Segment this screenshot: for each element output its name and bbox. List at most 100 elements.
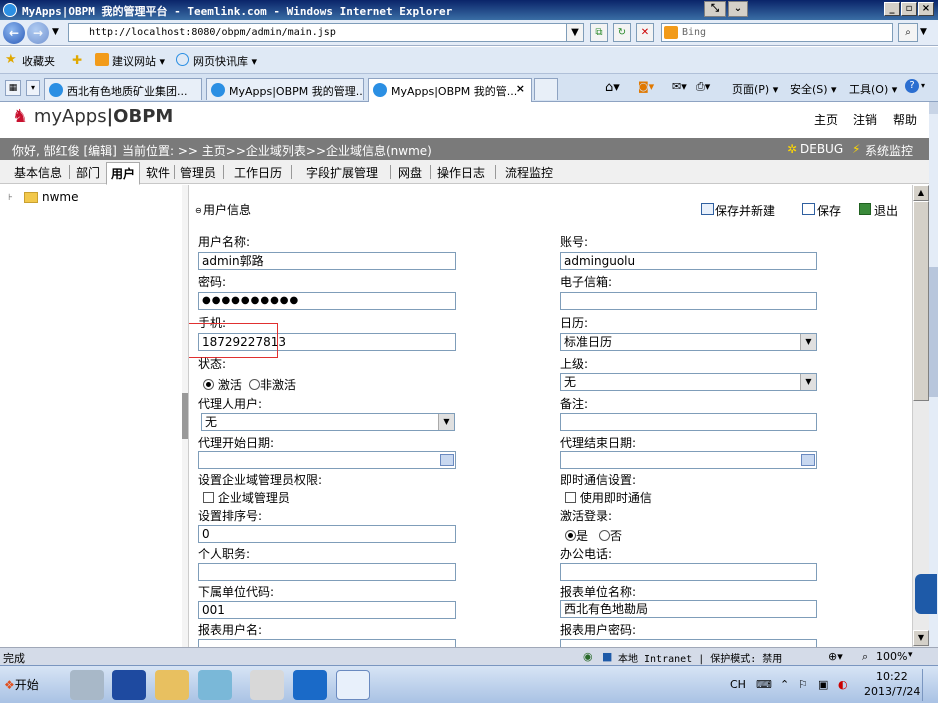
- explorer-icon[interactable]: [155, 670, 189, 700]
- checkbox-icon[interactable]: [565, 492, 576, 503]
- java-icon[interactable]: [250, 670, 284, 700]
- feeds-icon[interactable]: ◙▾: [638, 80, 654, 93]
- tools-menu[interactable]: 工具(O) ▾: [849, 81, 897, 97]
- status-inactive-option[interactable]: 非激活: [249, 376, 296, 393]
- proxy-select[interactable]: 无 ▼: [201, 413, 455, 431]
- tab-basic-info[interactable]: 基本信息: [14, 164, 62, 181]
- tab-user[interactable]: 用户: [106, 162, 141, 185]
- refresh-icon[interactable]: ↻: [613, 23, 631, 42]
- volume-icon[interactable]: ◐: [838, 678, 848, 691]
- help-icon[interactable]: ?: [905, 79, 919, 93]
- zoom-level[interactable]: 100%: [876, 650, 907, 663]
- checkbox-icon[interactable]: [203, 492, 214, 503]
- compat-icon[interactable]: ⧉: [590, 23, 608, 42]
- breadcrumb[interactable]: 当前位置: >> 主页>>企业域列表>>企业域信息(nwme): [122, 142, 432, 159]
- tray-expand-icon[interactable]: ⌃: [780, 678, 789, 691]
- tab-software[interactable]: 软件: [146, 164, 170, 181]
- browser-tab-1[interactable]: 西北有色地质矿业集团...: [44, 78, 202, 100]
- print-icon[interactable]: ⎙▾: [696, 80, 710, 94]
- domain-admin-option[interactable]: 企业域管理员: [203, 489, 290, 506]
- tree-expand-icon[interactable]: ⊦: [8, 193, 13, 203]
- url-input[interactable]: http://localhost:8080/obpm/admin/main.js…: [68, 23, 583, 42]
- system-monitor-link[interactable]: 系统监控: [865, 142, 913, 159]
- exit-button[interactable]: 退出: [874, 202, 898, 219]
- maximize-button[interactable]: ▫: [901, 2, 917, 16]
- browser-tab-2[interactable]: MyApps|OBPM 我的管理...: [206, 78, 364, 100]
- tab-flow-monitor[interactable]: 流程监控: [505, 164, 553, 181]
- sort-input[interactable]: 0: [198, 525, 456, 543]
- suggested-sites-link[interactable]: 建议网站 ▾: [112, 53, 165, 69]
- scroll-down-icon[interactable]: ▼: [913, 630, 929, 646]
- forward-button[interactable]: →: [27, 22, 49, 44]
- password-input[interactable]: ●●●●●●●●●●: [198, 292, 456, 310]
- tab-work-calendar[interactable]: 工作日历: [234, 164, 282, 181]
- greeting-text[interactable]: 你好, 郜红俊 [编辑]: [12, 142, 117, 159]
- unit-code-input[interactable]: 001: [198, 601, 456, 619]
- splitter-grip[interactable]: [182, 393, 188, 439]
- internet-explorer-icon[interactable]: [336, 670, 370, 700]
- compat-view-icon[interactable]: ⤡: [704, 1, 726, 17]
- tab-list-icon[interactable]: ▾: [26, 80, 40, 96]
- web-slice-gallery-link[interactable]: 网页快讯库 ▾: [193, 53, 257, 69]
- debug-link[interactable]: DEBUG: [800, 142, 843, 156]
- teamviewer-icon[interactable]: [293, 670, 327, 700]
- search-icon[interactable]: ⌕: [898, 23, 918, 42]
- proxy-end-input[interactable]: [560, 451, 817, 469]
- radio-checked-icon[interactable]: [203, 379, 214, 390]
- radio-checked-icon[interactable]: [565, 530, 576, 541]
- status-active-option[interactable]: 激活: [203, 376, 242, 393]
- side-widget-icon[interactable]: [915, 574, 937, 614]
- home-icon[interactable]: ⌂▾: [605, 80, 620, 95]
- page-menu[interactable]: 页面(P) ▾: [732, 81, 778, 97]
- quick-tabs-icon[interactable]: ▦: [5, 80, 21, 96]
- nav-home-link[interactable]: 主页: [814, 111, 838, 128]
- report-pwd-input[interactable]: [560, 639, 817, 647]
- history-dropdown-icon[interactable]: ▼: [52, 27, 59, 37]
- activate-yes-option[interactable]: 是: [565, 527, 588, 544]
- back-button[interactable]: ←: [3, 22, 25, 44]
- pane-splitter[interactable]: [182, 185, 189, 647]
- safety-menu[interactable]: 安全(S) ▾: [790, 81, 837, 97]
- stop-icon[interactable]: ✕: [636, 23, 654, 42]
- position-input[interactable]: [198, 563, 456, 581]
- close-button[interactable]: ×: [918, 2, 934, 16]
- calendar-select[interactable]: 标准日历 ▼: [560, 333, 817, 351]
- add-favorite-icon[interactable]: ✚: [72, 53, 82, 67]
- new-tab-button[interactable]: [534, 78, 558, 100]
- language-indicator[interactable]: CH: [730, 678, 746, 691]
- tree-node-nwme[interactable]: nwme: [42, 190, 79, 204]
- username-input[interactable]: admin郭路: [198, 252, 456, 270]
- server-manager-icon[interactable]: [70, 670, 104, 700]
- tab-netdisk[interactable]: 网盘: [398, 164, 422, 181]
- account-input[interactable]: adminguolu: [560, 252, 817, 270]
- favorites-button[interactable]: 收藏夹: [22, 53, 55, 69]
- start-button[interactable]: ❖开始: [2, 674, 46, 696]
- zoom-mode-icon[interactable]: ⊕▾: [828, 650, 843, 663]
- tab-department[interactable]: 部门: [76, 164, 100, 181]
- calendar-icon[interactable]: [801, 454, 815, 466]
- notepad-icon[interactable]: [198, 670, 232, 700]
- chevron-down-icon[interactable]: ⌄: [728, 1, 748, 17]
- activate-no-option[interactable]: 否: [599, 527, 622, 544]
- browser-tab-3[interactable]: MyApps|OBPM 我的管... ×: [368, 78, 532, 102]
- tab-operation-log[interactable]: 操作日志: [437, 164, 485, 181]
- url-dropdown-icon[interactable]: ▼: [566, 23, 584, 42]
- network-icon[interactable]: ▣: [818, 678, 828, 691]
- nav-logout-link[interactable]: 注销: [853, 111, 877, 128]
- proxy-start-input[interactable]: [198, 451, 456, 469]
- report-user-input[interactable]: [198, 639, 456, 647]
- security-zone[interactable]: 本地 Intranet | 保护模式: 禁用: [618, 650, 782, 665]
- mail-icon[interactable]: ✉▾: [672, 80, 687, 93]
- section-collapse-icon[interactable]: ⊖: [195, 206, 202, 215]
- superior-select[interactable]: 无 ▼: [560, 373, 817, 391]
- save-and-new-button[interactable]: 保存并新建: [715, 202, 775, 219]
- email-input[interactable]: [560, 292, 817, 310]
- clock-date[interactable]: 2013/7/24: [864, 685, 920, 698]
- scroll-up-icon[interactable]: ▲: [913, 185, 929, 201]
- window-scroll-thumb[interactable]: [929, 267, 938, 397]
- zoom-dropdown-icon[interactable]: ▾: [908, 650, 913, 660]
- search-options-icon[interactable]: ▼: [920, 27, 927, 37]
- im-option[interactable]: 使用即时通信: [565, 489, 652, 506]
- tab-admin[interactable]: 管理员: [180, 164, 216, 181]
- report-unit-input[interactable]: 西北有色地勘局: [560, 600, 817, 618]
